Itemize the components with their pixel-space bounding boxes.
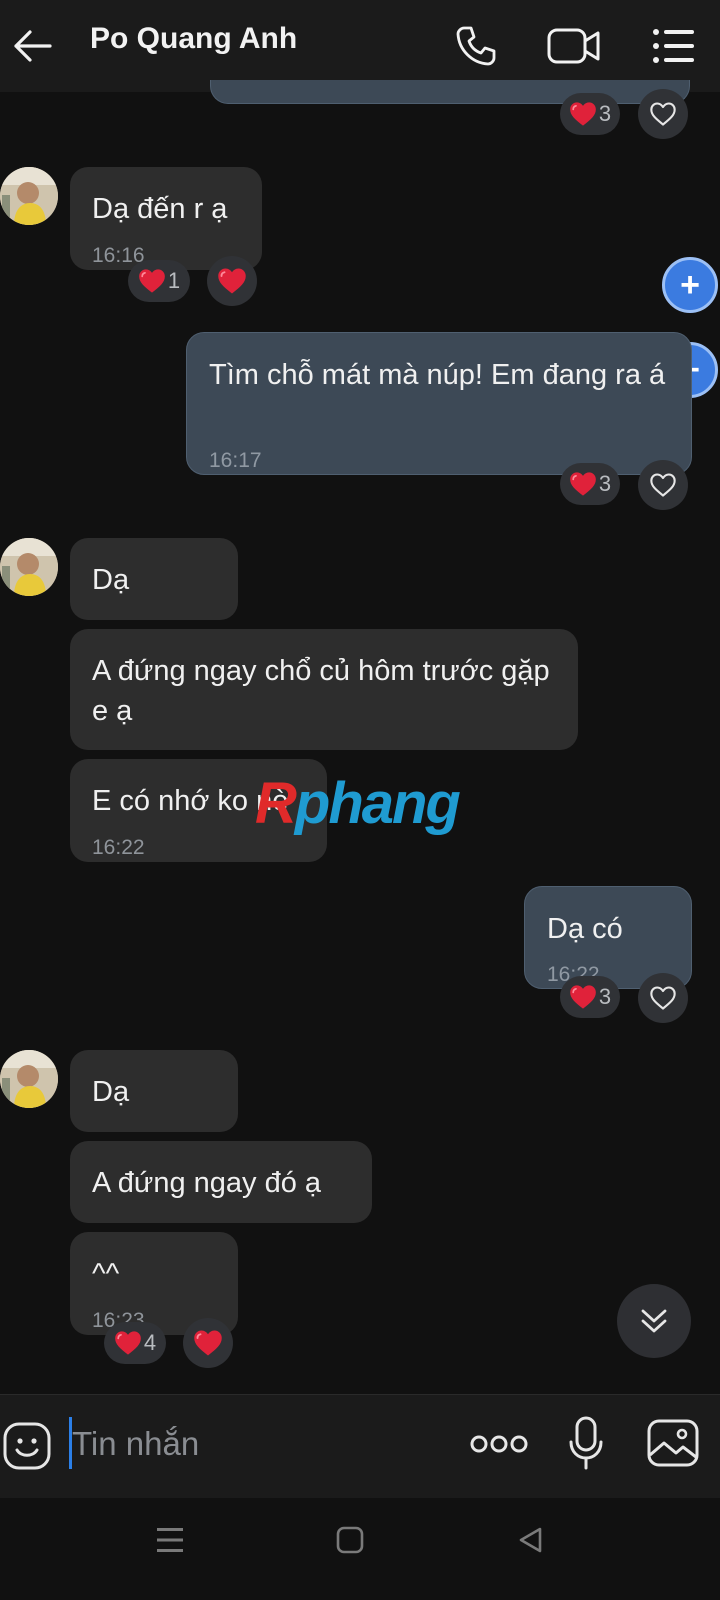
home-button[interactable] [330,1520,370,1560]
message-bubble-partial[interactable] [210,80,690,104]
message-text: Dạ đến r ạ [92,193,228,225]
avatar[interactable] [0,1050,58,1108]
react-button[interactable] [638,973,688,1023]
more-dots-icon [470,1435,528,1453]
chat-header: Po Quang Anh [0,0,720,92]
video-camera-icon [547,28,600,64]
message-bubble[interactable]: Dạ [70,1050,238,1132]
contact-name[interactable]: Po Quang Anh [90,22,297,56]
reaction-count[interactable]: 1 [128,260,190,302]
message-time: 16:22 [92,836,145,859]
image-icon [647,1419,699,1467]
emoji-icon [3,1422,51,1470]
back-triangle-icon [519,1527,542,1553]
reaction-count[interactable]: 3 [560,976,620,1018]
nav-back-button[interactable] [510,1520,550,1560]
heart-outline-icon [649,472,677,498]
message-bubble[interactable]: Tìm chỗ mát mà núp! Em đang ra á 16:17 [186,332,692,475]
reaction-count-value: 4 [143,1330,157,1355]
message-composer: Tin nhắn [0,1394,720,1498]
message-bubble[interactable]: A đứng ngay chổ củ hôm trước gặp e ạ [70,629,578,750]
message-time: 16:17 [209,449,262,472]
message-text: A đứng ngay chổ củ hôm trước gặp e ạ [92,655,550,727]
message-text: Dạ [92,1076,130,1108]
scroll-to-bottom-button[interactable] [617,1284,691,1358]
phone-icon [456,26,496,66]
heart-icon [569,101,597,127]
menu-button[interactable] [646,18,702,74]
avatar-image [0,1050,58,1108]
watermark-logo: Rphang [255,771,461,836]
avatar[interactable] [0,167,58,225]
heart-outline-icon [649,101,677,127]
reaction-count[interactable]: 4 [104,1322,166,1364]
heart-icon [193,1329,223,1357]
react-button[interactable] [183,1318,233,1368]
avatar[interactable] [0,538,58,596]
double-chevron-down-icon [641,1309,667,1333]
avatar-image [0,538,58,596]
heart-icon [217,267,247,295]
plus-icon: + [680,266,700,304]
message-text: Dạ [92,564,130,596]
react-button[interactable] [207,256,257,306]
message-text: Dạ có [547,913,623,945]
heart-icon [114,1330,142,1356]
microphone-icon [569,1416,603,1470]
reaction-count[interactable]: 3 [560,463,620,505]
emoji-button[interactable] [2,1421,52,1471]
zoom-in-button[interactable]: + [662,257,718,313]
message-bubble[interactable]: Dạ đến r ạ 16:16 [70,167,262,270]
message-bubble[interactable]: Dạ [70,538,238,620]
heart-icon [569,984,597,1010]
message-text: A đứng ngay đó ạ [92,1167,322,1199]
back-button[interactable] [4,18,60,74]
reaction-count[interactable]: 3 [560,93,620,135]
recent-apps-icon [157,1528,183,1552]
voice-button[interactable] [566,1415,606,1471]
heart-icon [569,471,597,497]
heart-outline-icon [649,985,677,1011]
list-menu-icon [653,29,694,63]
recent-apps-button[interactable] [150,1520,190,1560]
react-button[interactable] [638,460,688,510]
message-text: ^^ [92,1258,120,1290]
video-call-button[interactable] [546,18,602,74]
arrow-left-icon [14,30,52,62]
image-button[interactable] [646,1417,700,1469]
heart-icon [138,268,166,294]
message-text: Tìm chỗ mát mà núp! Em đang ra á [209,359,666,391]
message-input[interactable]: Tin nhắn [72,1425,199,1463]
reaction-count-value: 3 [598,984,612,1009]
reaction-count-value: 3 [598,101,612,126]
home-icon [336,1526,364,1554]
message-bubble[interactable]: A đứng ngay đó ạ [70,1141,372,1223]
more-button[interactable] [468,1429,530,1459]
reaction-count-value: 3 [598,471,612,496]
system-nav-bar [0,1498,720,1588]
call-button[interactable] [448,18,504,74]
reaction-count-value: 1 [167,268,181,293]
react-button[interactable] [638,89,688,139]
avatar-image [0,167,58,225]
